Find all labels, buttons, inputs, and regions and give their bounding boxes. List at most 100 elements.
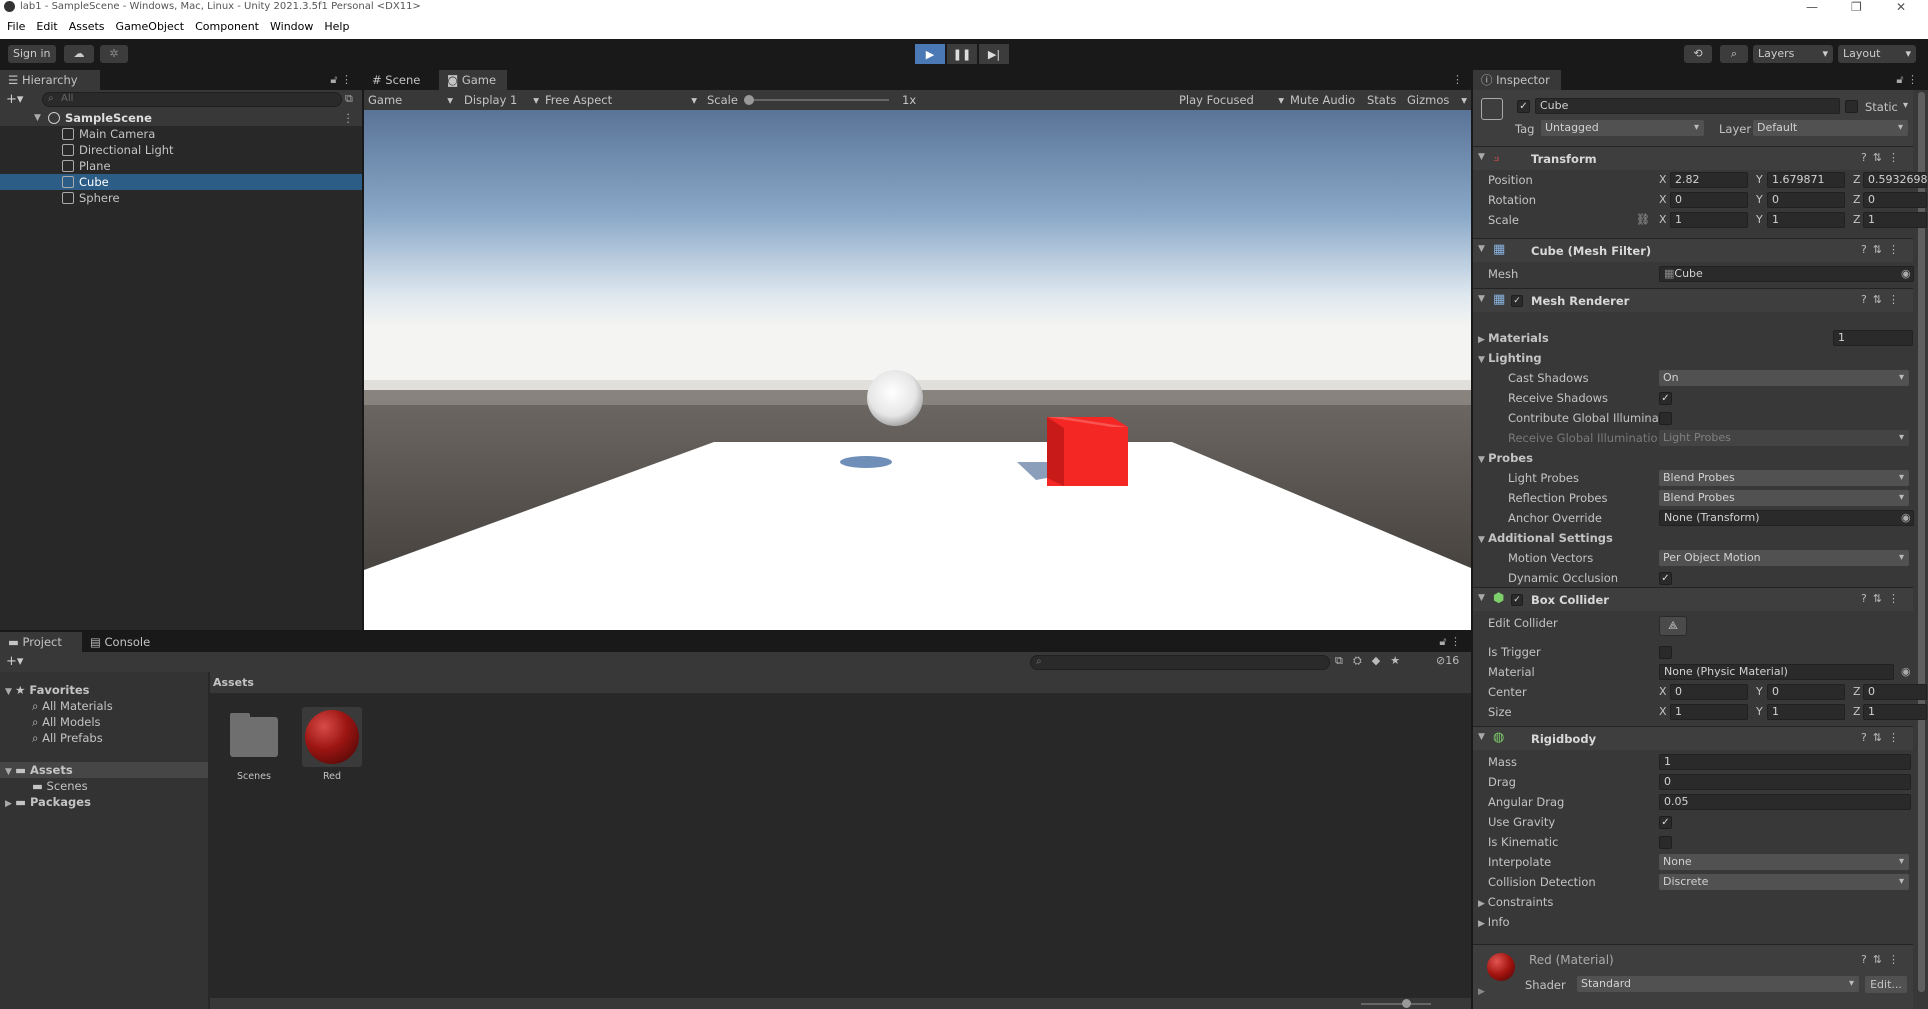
center-y-field[interactable]: 0: [1767, 684, 1845, 700]
lock-icon[interactable]: 🔓︎ ⋮: [1439, 635, 1461, 649]
hierarchy-item[interactable]: Main Camera: [0, 126, 362, 142]
rotation-x-field[interactable]: 0: [1670, 192, 1748, 208]
play-focused-dropdown[interactable]: Play Focused ▾: [1179, 93, 1284, 107]
cast-shadows-dropdown[interactable]: On: [1659, 370, 1909, 386]
mass-field[interactable]: 1: [1659, 754, 1911, 770]
favorite-item[interactable]: ⌕ All Models: [32, 714, 101, 730]
history-icon[interactable]: ⟲: [1684, 45, 1712, 63]
add-icon[interactable]: +▾: [6, 92, 23, 107]
breadcrumb-label[interactable]: Assets: [213, 676, 254, 689]
motion-vectors-dropdown[interactable]: Per Object Motion: [1659, 550, 1909, 566]
anchor-override-field[interactable]: None (Transform): [1659, 510, 1914, 526]
cloud-icon[interactable]: ☁: [64, 45, 94, 63]
pause-button[interactable]: ❚❚: [947, 44, 977, 64]
scale-y-field[interactable]: 1: [1767, 212, 1845, 228]
chevron-down-icon[interactable]: ▾: [1903, 100, 1908, 111]
menu-file[interactable]: File: [7, 15, 25, 39]
probes-row[interactable]: ▼ Probes: [1473, 448, 1913, 468]
is-trigger-checkbox[interactable]: [1659, 646, 1672, 659]
minimize-icon[interactable]: —: [1806, 0, 1818, 14]
component-menu-icons[interactable]: ?⇅⋮: [1861, 953, 1905, 966]
packages-row[interactable]: ▶ ▬ Packages: [5, 794, 91, 810]
gizmos-dropdown[interactable]: Gizmos ▾: [1407, 93, 1467, 107]
asset-folder[interactable]: Scenes: [230, 709, 286, 782]
project-search-input[interactable]: ⌕: [1030, 655, 1330, 670]
zoom-slider[interactable]: [1361, 1003, 1431, 1005]
scene-row[interactable]: ▼ SampleScene ⋮: [0, 110, 362, 126]
receive-shadows-checkbox[interactable]: ✓: [1659, 392, 1672, 405]
materials-count-field[interactable]: 1: [1833, 330, 1913, 346]
component-menu-icons[interactable]: ?⇅⋮: [1861, 151, 1905, 164]
tab-game[interactable]: ◙ Game: [439, 70, 507, 90]
component-enabled-checkbox[interactable]: ✓: [1511, 295, 1523, 307]
expand-arrow-icon[interactable]: ▼: [34, 110, 41, 126]
hierarchy-item-selected[interactable]: Cube: [0, 174, 362, 190]
lock-icon[interactable]: 🔓︎ ⋮: [330, 73, 352, 87]
link-icon[interactable]: ⛓: [1636, 213, 1650, 226]
hierarchy-item[interactable]: Sphere: [0, 190, 362, 206]
search-icon[interactable]: ⌕: [1720, 45, 1748, 63]
mesh-filter-header[interactable]: ▼ ▦ Cube (Mesh Filter) ?⇅⋮: [1473, 238, 1913, 262]
transform-header[interactable]: ▼ ⟓ Transform ?⇅⋮: [1473, 146, 1913, 170]
more-icon[interactable]: ⋮: [343, 110, 355, 126]
hierarchy-item[interactable]: Directional Light: [0, 142, 362, 158]
close-icon[interactable]: ✕: [1896, 0, 1906, 14]
center-x-field[interactable]: 0: [1670, 684, 1748, 700]
project-filter-icons[interactable]: ⧉⛭◆★: [1335, 654, 1410, 668]
step-button[interactable]: ▶|: [979, 44, 1009, 64]
component-enabled-checkbox[interactable]: ✓: [1511, 594, 1523, 606]
materials-row[interactable]: ▶ Materials 1: [1473, 328, 1913, 348]
favorites-row[interactable]: ▼ ★ Favorites: [5, 682, 90, 698]
size-y-field[interactable]: 1: [1767, 704, 1845, 720]
mesh-renderer-header[interactable]: ▼ ▦ ✓ Mesh Renderer ?⇅⋮: [1473, 288, 1913, 312]
tab-hierarchy[interactable]: ☰ Hierarchy: [0, 70, 100, 90]
add-icon[interactable]: +▾: [6, 654, 23, 669]
tag-dropdown[interactable]: Untagged: [1541, 120, 1704, 136]
filter-icon[interactable]: ⧉: [345, 92, 353, 106]
edit-collider-button[interactable]: ⟁: [1659, 616, 1687, 636]
component-menu-icons[interactable]: ?⇅⋮: [1861, 731, 1905, 744]
collab-icon[interactable]: ✲: [100, 45, 128, 63]
expand-arrow-icon[interactable]: ▶: [1478, 987, 1485, 997]
size-x-field[interactable]: 1: [1670, 704, 1748, 720]
menu-help[interactable]: Help: [324, 15, 349, 39]
menu-component[interactable]: Component: [195, 15, 259, 39]
collision-detection-dropdown[interactable]: Discrete: [1659, 874, 1909, 890]
position-y-field[interactable]: 1.679871: [1767, 172, 1845, 188]
scale-slider-thumb[interactable]: [744, 95, 754, 105]
rotation-y-field[interactable]: 0: [1767, 192, 1845, 208]
more-icon[interactable]: ⋮: [1452, 73, 1463, 86]
hierarchy-item[interactable]: Plane: [0, 158, 362, 174]
component-menu-icons[interactable]: ?⇅⋮: [1861, 293, 1905, 306]
play-button[interactable]: ▶: [915, 44, 945, 64]
sign-in-button[interactable]: Sign in: [8, 45, 56, 63]
lighting-row[interactable]: ▼ Lighting: [1473, 348, 1913, 368]
tab-project[interactable]: ▬ Project: [0, 632, 82, 652]
reflection-probes-dropdown[interactable]: Blend Probes: [1659, 490, 1909, 506]
rotation-z-field[interactable]: 0: [1863, 192, 1927, 208]
menu-window[interactable]: Window: [270, 15, 313, 39]
angular-drag-field[interactable]: 0.05: [1659, 794, 1911, 810]
game-viewport[interactable]: [364, 110, 1471, 630]
aspect-dropdown[interactable]: Free Aspect ▾: [545, 93, 697, 107]
is-kinematic-checkbox[interactable]: [1659, 836, 1672, 849]
layer-dropdown[interactable]: Default: [1753, 120, 1908, 136]
tab-scene[interactable]: # Scene: [364, 70, 439, 90]
assets-child[interactable]: ▬ Scenes: [32, 778, 88, 794]
use-gravity-checkbox[interactable]: ✓: [1659, 816, 1672, 829]
lock-icon[interactable]: 🔓︎ ⋮: [1896, 73, 1918, 87]
static-checkbox[interactable]: [1845, 100, 1858, 113]
additional-settings-row[interactable]: ▼ Additional Settings: [1473, 528, 1913, 548]
restore-icon[interactable]: ❐: [1851, 0, 1862, 14]
dynamic-occlusion-checkbox[interactable]: ✓: [1659, 572, 1672, 585]
position-x-field[interactable]: 2.82: [1670, 172, 1748, 188]
shader-edit-button[interactable]: Edit...: [1865, 976, 1907, 993]
game-mode-dropdown[interactable]: Game ▾: [368, 93, 453, 107]
stats-button[interactable]: Stats: [1367, 93, 1396, 107]
object-active-checkbox[interactable]: ✓: [1517, 100, 1530, 113]
mesh-field[interactable]: ▦Cube: [1659, 266, 1914, 282]
constraints-row[interactable]: ▶ Constraints: [1473, 892, 1913, 912]
object-picker-icon[interactable]: ◉: [1901, 665, 1911, 678]
object-picker-icon[interactable]: ◉: [1901, 267, 1911, 280]
display-dropdown[interactable]: Display 1 ▾: [464, 93, 539, 107]
